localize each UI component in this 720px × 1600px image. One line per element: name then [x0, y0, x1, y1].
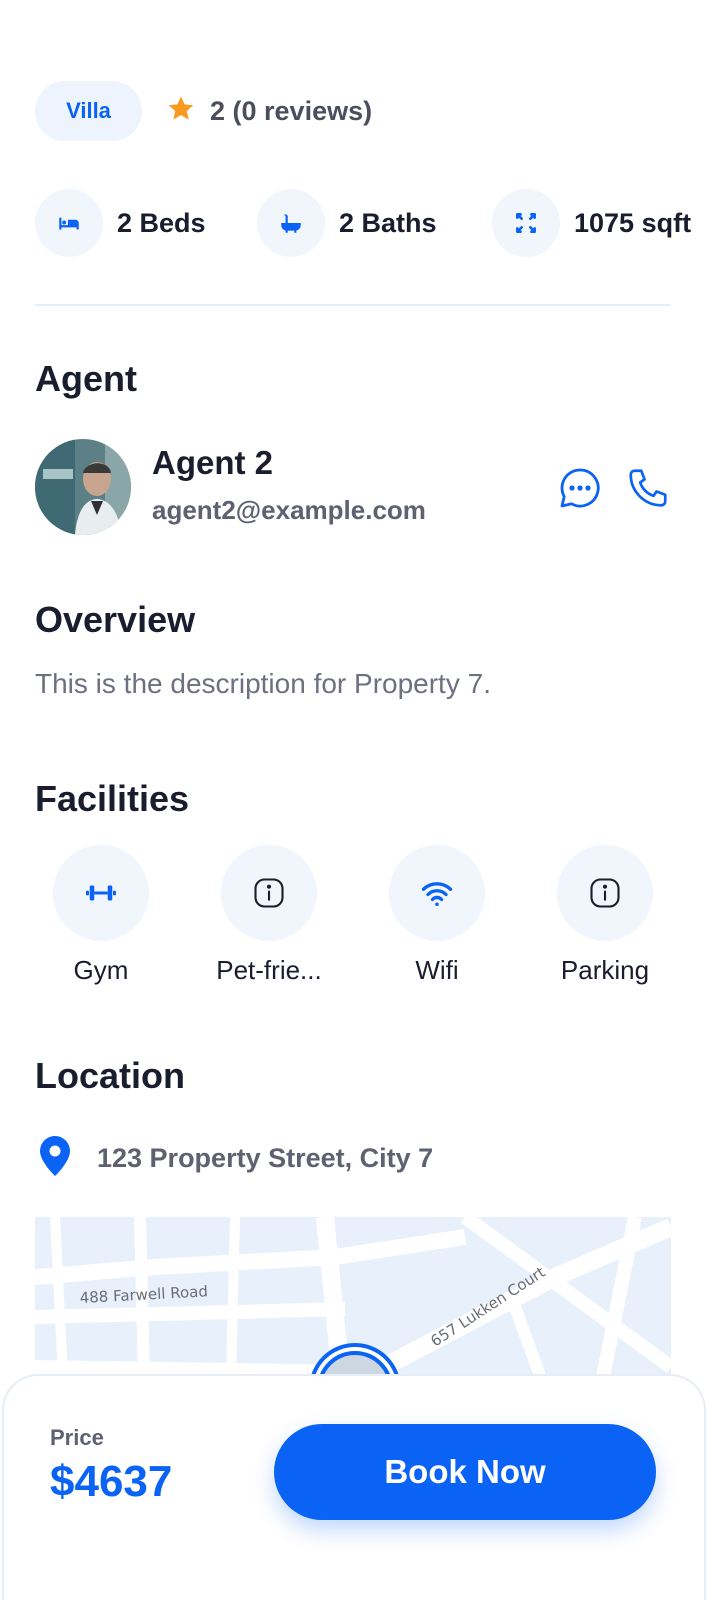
chat-icon[interactable] — [554, 462, 606, 514]
book-now-button[interactable]: Book Now — [274, 1424, 656, 1520]
avatar[interactable] — [35, 439, 131, 535]
rating-text: 2 (0 reviews) — [210, 95, 373, 126]
overview-section-title: Overview — [35, 599, 196, 640]
expand-icon — [492, 189, 560, 257]
facilities-section-title: Facilities — [35, 778, 190, 819]
facility-gym: Gym — [26, 845, 176, 986]
facility-label: Parking — [560, 955, 650, 985]
location-section-title: Location — [35, 1055, 185, 1096]
feature-area: 1075 sqft — [492, 189, 691, 257]
info-icon — [557, 845, 653, 941]
overview-description: This is the description for Property 7. — [35, 668, 491, 699]
dumbbell-icon — [53, 845, 149, 941]
agent-name: Agent 2 — [152, 444, 274, 481]
wifi-icon — [389, 845, 485, 941]
facility-wifi: Wifi — [362, 845, 512, 986]
location-pin-icon — [35, 1134, 75, 1183]
info-icon — [221, 845, 317, 941]
agent-section-title: Agent — [35, 358, 137, 399]
star-icon — [166, 94, 196, 129]
address-text: 123 Property Street, City 7 — [97, 1142, 434, 1173]
phone-icon[interactable] — [622, 462, 674, 514]
agent-email: agent2@example.com — [152, 495, 426, 525]
property-type-chip: Villa — [35, 81, 142, 141]
address-row: 123 Property Street, City 7 — [35, 1134, 433, 1182]
baths-label: 2 Baths — [339, 207, 437, 238]
divider — [35, 304, 671, 306]
bed-icon — [35, 189, 103, 257]
price-value: $4637 — [50, 1457, 173, 1506]
facility-label: Wifi — [415, 955, 459, 985]
feature-beds: 2 Beds — [35, 189, 206, 257]
price-label: Price — [50, 1425, 104, 1450]
feature-baths: 2 Baths — [257, 189, 437, 257]
facility-label: Pet-frie... — [216, 955, 322, 985]
bathtub-icon — [257, 189, 325, 257]
facility-pet-friendly: Pet-frie... — [194, 845, 344, 986]
facility-label: Gym — [73, 955, 129, 985]
beds-label: 2 Beds — [117, 207, 206, 238]
area-label: 1075 sqft — [574, 207, 692, 238]
rating: 2 (0 reviews) — [166, 93, 372, 129]
facility-parking: Parking — [530, 845, 680, 986]
